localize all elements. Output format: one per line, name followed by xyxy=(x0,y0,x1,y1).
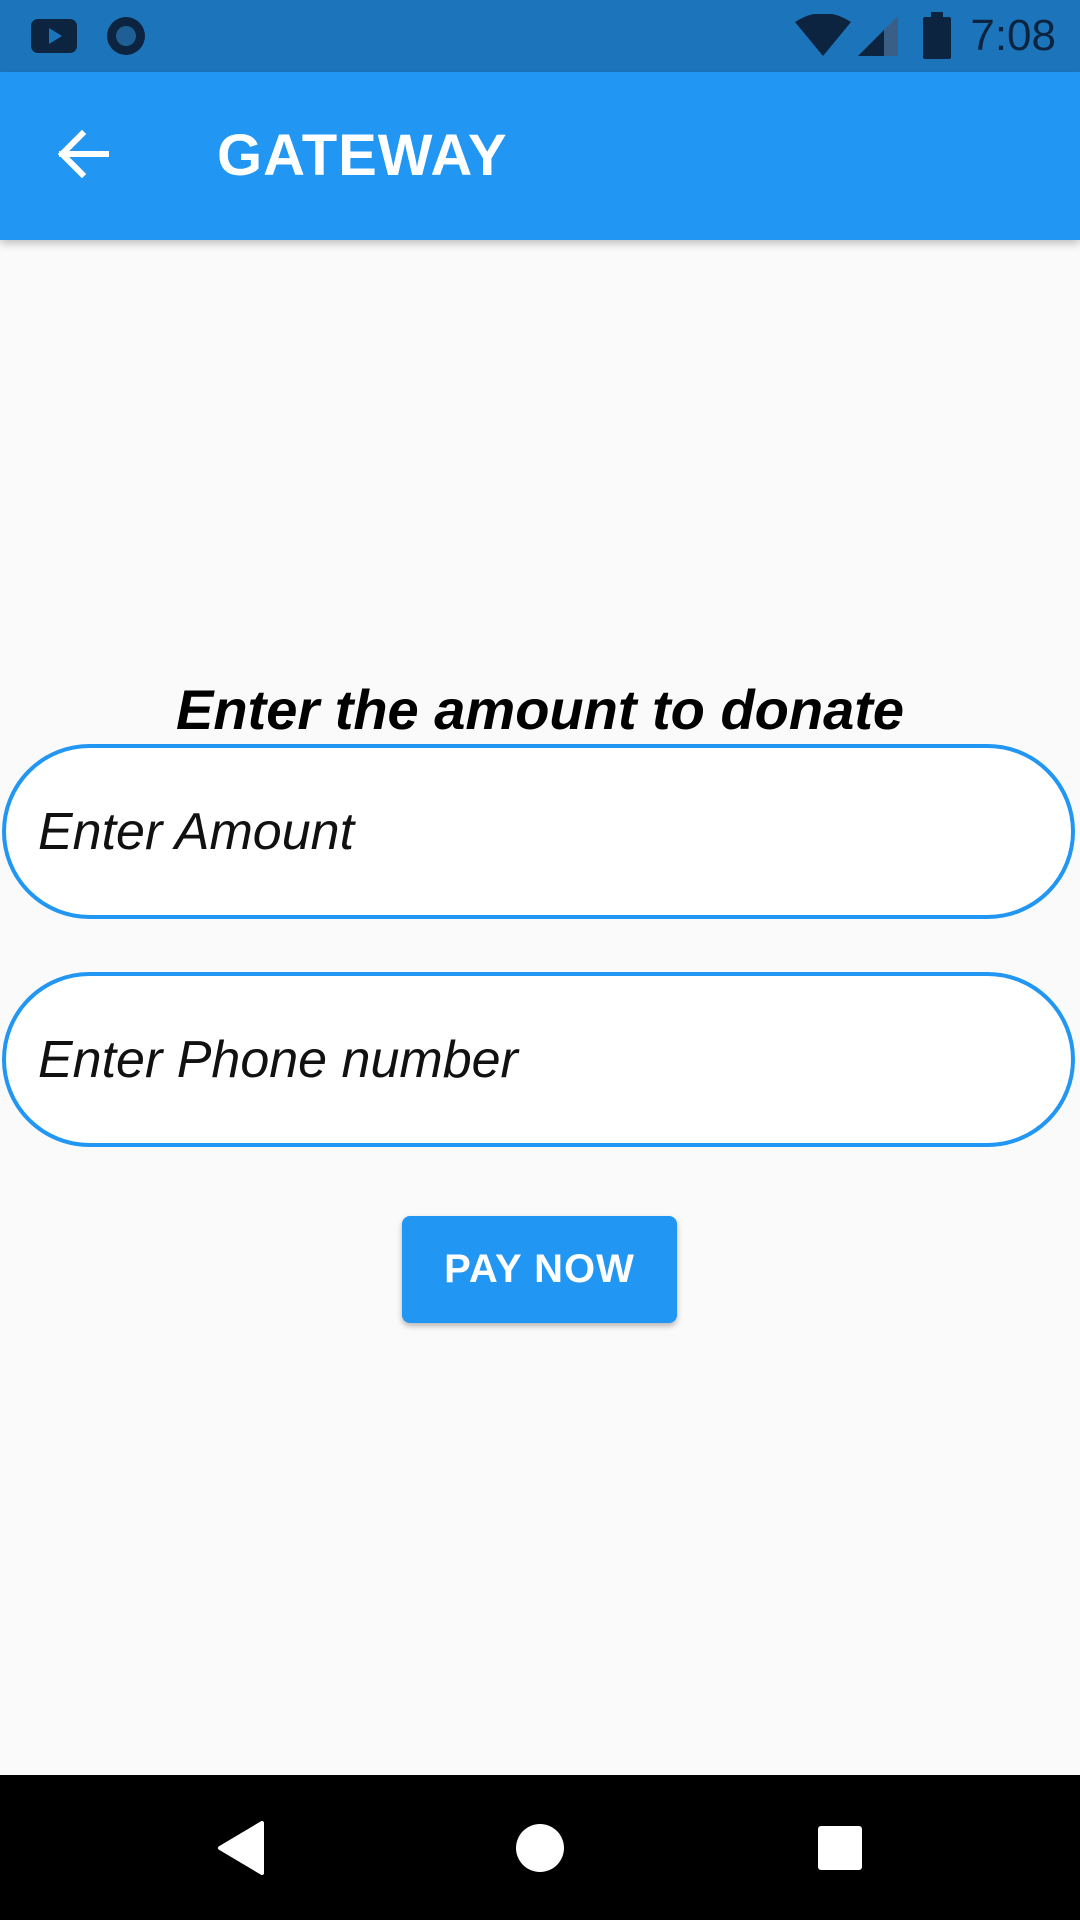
back-triangle-icon xyxy=(216,1820,266,1880)
screen: 7:08 GATEWAY Enter the amount to donate … xyxy=(0,0,1080,1920)
app-bar: GATEWAY xyxy=(0,72,1080,240)
recents-square-icon xyxy=(816,1824,864,1877)
amount-input[interactable] xyxy=(38,801,1071,862)
youtube-icon xyxy=(30,18,78,59)
amount-field[interactable] xyxy=(2,744,1075,919)
status-bar: 7:08 xyxy=(0,0,1080,72)
pay-now-button[interactable]: PAY NOW xyxy=(402,1216,677,1323)
home-circle-icon xyxy=(514,1822,566,1879)
arrow-back-icon xyxy=(56,126,112,187)
page-title: GATEWAY xyxy=(217,123,508,188)
navigation-bar xyxy=(0,1775,1080,1920)
cell-signal-icon xyxy=(856,14,900,63)
nav-home-button[interactable] xyxy=(495,1805,585,1895)
status-time: 7:08 xyxy=(970,11,1056,60)
phone-input[interactable] xyxy=(38,1029,1071,1090)
nav-recents-button[interactable] xyxy=(795,1805,885,1895)
pay-now-label: PAY NOW xyxy=(444,1247,635,1291)
nav-back-button[interactable] xyxy=(196,1805,286,1895)
wifi-icon xyxy=(794,13,852,63)
battery-icon xyxy=(922,12,952,65)
back-button[interactable] xyxy=(42,114,126,198)
circle-notification-icon xyxy=(104,14,148,63)
donation-heading: Enter the amount to donate xyxy=(176,678,904,741)
phone-field[interactable] xyxy=(2,972,1075,1147)
